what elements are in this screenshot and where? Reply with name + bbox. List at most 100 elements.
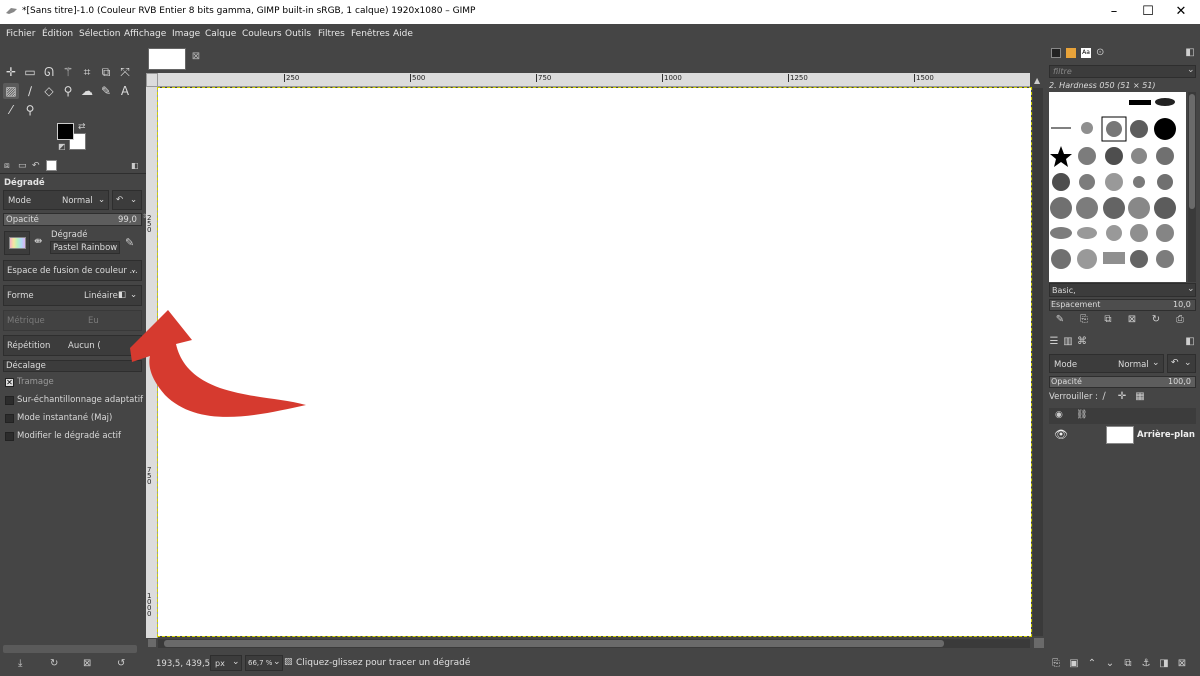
close-icon[interactable]: ✕	[1172, 3, 1190, 21]
brushes-tab-icon[interactable]	[1051, 48, 1061, 58]
duplicate-brush-icon[interactable]: ⧉	[1102, 314, 1114, 326]
patterns-tab-icon[interactable]	[1066, 48, 1076, 58]
menu-selection[interactable]: Sélection	[79, 29, 120, 39]
gradient-preview-button[interactable]	[4, 231, 30, 255]
menu-calque[interactable]: Calque	[205, 29, 236, 39]
eraser-tool-icon[interactable]: ◇	[41, 83, 57, 99]
delete-layer-icon[interactable]: ⊠	[1176, 658, 1188, 670]
zoom-select[interactable]: 66,7 % ⌄	[245, 655, 283, 671]
fonts-tab-icon[interactable]: Aa	[1081, 48, 1091, 58]
smudge-tool-icon[interactable]: ☁	[79, 83, 95, 99]
menu-couleurs[interactable]: Couleurs	[242, 29, 282, 39]
tab-close-icon[interactable]: ⊠	[190, 51, 202, 63]
lock-position-icon[interactable]: ✛	[1116, 391, 1128, 403]
refresh-brushes-icon[interactable]: ↻	[1150, 314, 1162, 326]
mask-layer-icon[interactable]: ◨	[1158, 658, 1170, 670]
brush-filter-field[interactable]: filtre ⌄	[1049, 65, 1196, 78]
edit-gradient-icon[interactable]: ✎	[125, 236, 134, 249]
horizontal-scrollbar[interactable]	[158, 639, 1030, 648]
lock-alpha-icon[interactable]: ▦	[1134, 391, 1146, 403]
gradient-tool-icon[interactable]: ▨	[3, 83, 19, 99]
path-tool-icon[interactable]: ✎	[98, 83, 114, 99]
new-layer-group-icon[interactable]: ▣	[1068, 658, 1080, 670]
brush-tag-field[interactable]: Basic, ⌄	[1049, 283, 1196, 297]
device-status-tab-icon[interactable]: ▭	[18, 161, 27, 171]
horizontal-ruler[interactable]: 250 500 750 1000 1250 1500	[158, 73, 1030, 87]
configure-tab-icon[interactable]: ◧	[1184, 47, 1196, 59]
unit-select[interactable]: px ⌄	[210, 655, 242, 671]
rect-select-tool-icon[interactable]: ▭	[22, 64, 38, 80]
color-picker-tool-icon[interactable]: ⁄	[3, 102, 19, 118]
brush-spacing-slider[interactable]: Espacement 10,0	[1049, 299, 1196, 311]
transform-tool-icon[interactable]: ⧉	[98, 64, 114, 80]
brush-grid-scrollbar[interactable]	[1188, 92, 1196, 282]
layer-mode-extra-button[interactable]: ↶ ⌄	[1167, 354, 1196, 373]
tool-options-tab-icon[interactable]: ⧈	[4, 161, 10, 171]
menu-outils[interactable]: Outils	[285, 29, 311, 39]
reset-options-icon[interactable]: ↺	[117, 658, 125, 669]
menu-image[interactable]: Image	[172, 29, 200, 39]
paintbrush-tool-icon[interactable]: ∕	[22, 83, 38, 99]
edit-brush-icon[interactable]: ✎	[1054, 314, 1066, 326]
image-tab-thumbnail[interactable]	[148, 48, 186, 70]
instant-mode-checkbox[interactable]	[5, 414, 14, 423]
paths-tab-icon[interactable]: ⌘	[1076, 336, 1088, 348]
minimize-icon[interactable]: –	[1105, 3, 1123, 21]
layer-opacity-slider[interactable]: Opacité 100,0	[1049, 376, 1196, 388]
dither-checkbox[interactable]: ✕	[5, 378, 14, 387]
menu-fichier[interactable]: Fichier	[6, 29, 35, 39]
images-tab-icon[interactable]	[46, 160, 57, 171]
text-tool-icon[interactable]: A	[117, 83, 133, 99]
warp-tool-icon[interactable]: ⤧	[117, 64, 133, 80]
brush-grid[interactable]	[1049, 92, 1186, 282]
zoom-tool-icon[interactable]: ⚲	[22, 102, 38, 118]
raise-layer-icon[interactable]: ⌃	[1086, 658, 1098, 670]
mode-row[interactable]: Mode Normal ⌄	[3, 190, 109, 210]
configure-tab-icon[interactable]: ◧	[1184, 336, 1196, 348]
reset-colors-icon[interactable]: ◩	[58, 142, 66, 151]
delete-options-icon[interactable]: ⊠	[83, 658, 91, 669]
layers-tab-icon[interactable]: ☰	[1048, 336, 1060, 348]
lower-layer-icon[interactable]: ⌄	[1104, 658, 1116, 670]
anchor-layer-icon[interactable]: ⚓	[1140, 658, 1152, 670]
swap-colors-icon[interactable]: ⇄	[78, 122, 86, 132]
move-tool-icon[interactable]: ✛	[3, 64, 19, 80]
left-dock-scrollbar[interactable]	[3, 645, 137, 653]
vertical-scrollbar[interactable]: ▲ ▼	[1033, 76, 1043, 647]
clone-tool-icon[interactable]: ⚲	[60, 83, 76, 99]
eye-icon[interactable]: 👁	[1054, 428, 1068, 441]
new-layer-icon[interactable]: ⎘	[1050, 658, 1062, 670]
channels-tab-icon[interactable]: ▥	[1062, 336, 1074, 348]
foreground-color-swatch[interactable]	[57, 123, 74, 140]
menu-aide[interactable]: Aide	[393, 29, 413, 39]
gradient-name-field[interactable]: Pastel Rainbow	[50, 241, 120, 254]
reverse-gradient-icon[interactable]: ⇼	[34, 236, 42, 247]
save-options-icon[interactable]: ⤓	[18, 658, 22, 669]
menu-affichage[interactable]: Affichage	[124, 29, 166, 39]
lasso-tool-icon[interactable]: ᘏ	[41, 64, 57, 80]
configure-tab-icon[interactable]: ◧	[131, 161, 139, 170]
crop-tool-icon[interactable]: ⌗	[79, 64, 95, 80]
restore-options-icon[interactable]: ↻	[50, 658, 58, 669]
duplicate-layer-icon[interactable]: ⧉	[1122, 658, 1134, 670]
opacity-slider[interactable]: Opacité 99,0	[3, 213, 142, 226]
layer-row[interactable]: 👁 Arrière-plan	[1049, 425, 1196, 445]
open-brush-icon[interactable]: ⎙	[1174, 314, 1186, 326]
menu-fenetres[interactable]: Fenêtres	[351, 29, 390, 39]
horizontal-scroll-thumb[interactable]	[164, 640, 944, 647]
new-brush-icon[interactable]: ⎘	[1078, 314, 1090, 326]
scroll-up-icon[interactable]: ▲	[1034, 76, 1040, 85]
navigate-icon[interactable]	[148, 639, 156, 647]
modify-active-checkbox[interactable]	[5, 432, 14, 441]
menu-edition[interactable]: Édition	[42, 29, 73, 39]
brush-grid-scroll-thumb[interactable]	[1189, 94, 1195, 209]
blend-color-space-select[interactable]: Espace de fusion de couleur ... ⌄	[3, 260, 142, 281]
layer-mode-select[interactable]: Mode Normal ⌄	[1049, 354, 1164, 373]
mode-extra-button[interactable]: ↶ ⌄	[112, 190, 142, 210]
menu-filtres[interactable]: Filtres	[318, 29, 345, 39]
document-history-tab-icon[interactable]: ⊙	[1096, 47, 1104, 58]
delete-brush-icon[interactable]: ⊠	[1126, 314, 1138, 326]
lock-pixels-icon[interactable]: ∕	[1098, 391, 1110, 403]
maximize-icon[interactable]: ☐	[1139, 3, 1157, 21]
zoom-image-toggle-icon[interactable]	[1034, 638, 1044, 648]
